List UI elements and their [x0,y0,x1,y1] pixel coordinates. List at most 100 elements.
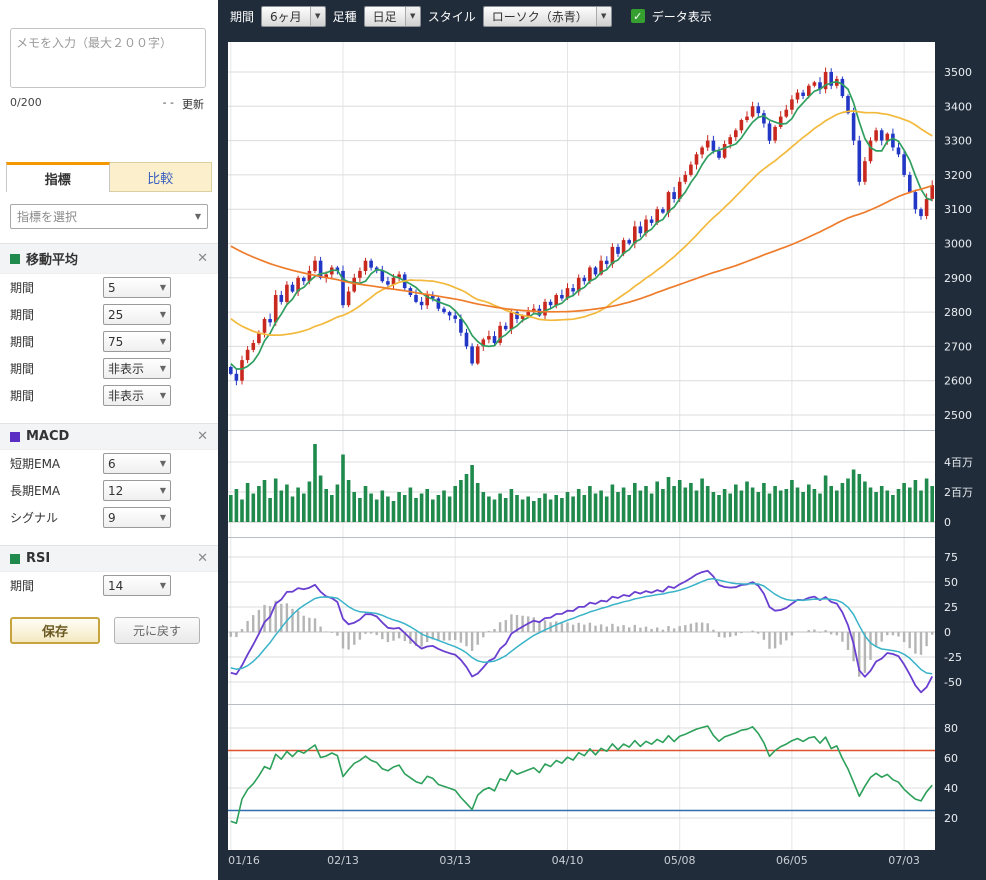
chevron-down-icon: ▼ [160,513,166,522]
memo-updated-value: - - [163,96,174,112]
param-label: 期間 [10,387,103,404]
tab-indicators[interactable]: 指標 [6,162,110,192]
svg-text:06/05: 06/05 [776,854,808,867]
memo-update-button[interactable]: 更新 [182,96,204,112]
memo-input[interactable] [10,28,206,88]
macd-long-select[interactable]: 12 ▼ [103,480,171,501]
rsi-group-title: RSI [26,551,191,566]
sidebar-tabs: 指標 比較 [6,162,212,192]
ma-period-row-1: 期間 5 ▼ [0,274,218,301]
ma-period-row-4: 期間 非表示 ▼ [0,355,218,382]
select-value: 5 [108,281,116,295]
indicator-group-rsi-header: RSI ✕ [0,545,218,572]
chart-region: 期間 6ヶ月 ▼ 足種 日足 ▼ スタイル ローソク（赤青） ▼ ✓ データ表示… [218,0,986,880]
svg-text:3300: 3300 [944,135,972,148]
svg-text:2900: 2900 [944,272,972,285]
action-buttons: 保存 元に戻す [10,617,208,644]
param-label: シグナル [10,509,103,526]
svg-text:40: 40 [944,782,958,795]
param-label: 期間 [10,306,103,323]
tab-compare[interactable]: 比較 [110,162,213,192]
param-label: 長期EMA [10,482,103,499]
svg-text:01/16: 01/16 [228,854,260,867]
chevron-down-icon: ▼ [160,364,166,373]
svg-text:2百万: 2百万 [944,486,973,499]
macd-signal-select[interactable]: 9 ▼ [103,507,171,528]
svg-text:3200: 3200 [944,169,972,182]
bar-type-dropdown[interactable]: 日足 ▼ [364,6,421,27]
chevron-down-icon: ▼ [160,391,166,400]
indicator-select[interactable]: 指標を選択 ▼ [10,204,208,229]
svg-text:25: 25 [944,601,958,614]
ma-group-title: 移動平均 [26,249,191,268]
period-value: 6ヶ月 [262,7,310,26]
svg-text:2500: 2500 [944,409,972,422]
sidebar: 0/200 - - 更新 指標 比較 指標を選択 ▼ 移動平均 ✕ 期間 5 ▼ [0,0,218,880]
period-dropdown[interactable]: 6ヶ月 ▼ [261,6,326,27]
data-display-label: データ表示 [652,8,712,25]
chevron-down-icon: ▼ [310,7,325,26]
macd-short-select[interactable]: 6 ▼ [103,453,171,474]
ma-period-5-select[interactable]: 非表示 ▼ [103,385,171,406]
rsi-period-row: 期間 14 ▼ [0,572,218,599]
ma-period-3-select[interactable]: 75 ▼ [103,331,171,352]
svg-text:3100: 3100 [944,203,972,216]
bar-type-label: 足種 [333,8,357,25]
memo-counter: 0/200 [10,96,42,112]
style-dropdown[interactable]: ローソク（赤青） ▼ [483,6,612,27]
style-label: スタイル [428,8,476,25]
chevron-down-icon: ▼ [160,486,166,495]
svg-text:3000: 3000 [944,238,972,251]
chevron-down-icon: ▼ [195,212,201,221]
rsi-period-select[interactable]: 14 ▼ [103,575,171,596]
chevron-down-icon: ▼ [160,310,166,319]
select-value: 非表示 [108,360,144,377]
svg-text:60: 60 [944,752,958,765]
ma-period-1-select[interactable]: 5 ▼ [103,277,171,298]
select-value: 12 [108,484,123,498]
chart-canvas[interactable]: 3500340033003200310030002900280027002600… [218,32,986,880]
close-icon[interactable]: ✕ [197,429,208,444]
svg-text:2700: 2700 [944,340,972,353]
macd-long-row: 長期EMA 12 ▼ [0,477,218,504]
param-label: 期間 [10,279,103,296]
ma-period-2-select[interactable]: 25 ▼ [103,304,171,325]
param-label: 期間 [10,333,103,350]
ma-period-row-2: 期間 25 ▼ [0,301,218,328]
data-display-checkbox[interactable]: ✓ [631,9,645,23]
svg-text:0: 0 [944,626,951,639]
svg-text:03/13: 03/13 [439,854,471,867]
select-value: 9 [108,511,116,525]
macd-group-title: MACD [26,429,191,444]
svg-text:07/03: 07/03 [888,854,920,867]
close-icon[interactable]: ✕ [197,251,208,266]
indicator-group-ma-header: 移動平均 ✕ [0,243,218,274]
stock-chart-app: 0/200 - - 更新 指標 比較 指標を選択 ▼ 移動平均 ✕ 期間 5 ▼ [0,0,986,880]
period-label: 期間 [230,8,254,25]
svg-text:04/10: 04/10 [552,854,584,867]
select-value: 6 [108,457,116,471]
svg-text:20: 20 [944,812,958,825]
close-icon[interactable]: ✕ [197,551,208,566]
svg-text:75: 75 [944,551,958,564]
ma-period-row-3: 期間 75 ▼ [0,328,218,355]
macd-color-swatch [10,432,20,442]
chevron-down-icon: ▼ [160,581,166,590]
macd-short-row: 短期EMA 6 ▼ [0,450,218,477]
svg-text:4百万: 4百万 [944,456,973,469]
rsi-color-swatch [10,554,20,564]
select-value: 25 [108,308,123,322]
bar-type-value: 日足 [365,7,405,26]
plot-area [228,42,935,850]
ma-period-4-select[interactable]: 非表示 ▼ [103,358,171,379]
chevron-down-icon: ▼ [596,7,611,26]
reset-button[interactable]: 元に戻す [114,617,200,644]
save-button[interactable]: 保存 [10,617,100,644]
svg-text:2800: 2800 [944,306,972,319]
select-value: 14 [108,579,123,593]
style-value: ローソク（赤青） [484,7,596,26]
ma-color-swatch [10,254,20,264]
svg-text:0: 0 [944,516,951,529]
chart-toolbar: 期間 6ヶ月 ▼ 足種 日足 ▼ スタイル ローソク（赤青） ▼ ✓ データ表示 [218,0,986,32]
chevron-down-icon: ▼ [160,459,166,468]
